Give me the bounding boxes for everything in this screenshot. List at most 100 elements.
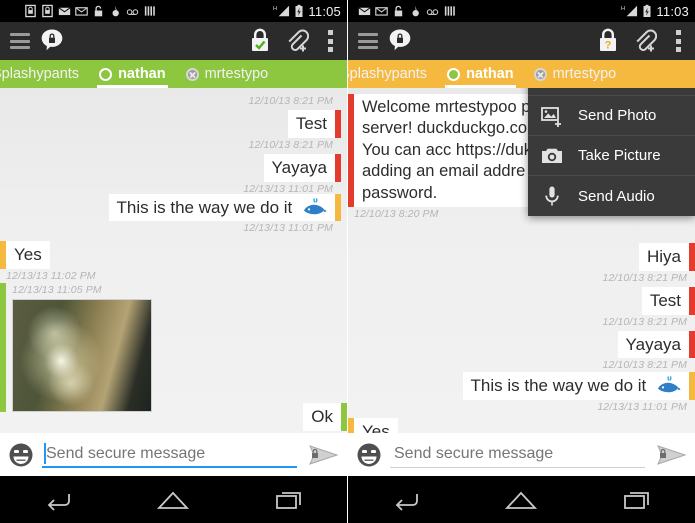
christmas-tree-photo[interactable] [12,299,152,412]
message-bubble: Yayaya [263,153,335,182]
dual-screenshot-comparison: H 11:05 Splashypants nathan mrtestypo 12… [0,0,695,523]
encryption-edge-indicator [335,193,341,222]
paperclip-add-icon[interactable] [283,27,309,55]
app-bar: ? [348,22,695,60]
tab-nathan[interactable]: nathan [89,60,176,88]
message-timestamp: 12/10/13 8:21 PM [602,315,687,328]
battery-charging-icon [295,4,303,17]
app-bar [0,22,347,60]
message-row: Yayaya 12/13/13 11:01 PM [0,153,347,198]
tab-splashypants[interactable]: Splashypants [0,60,89,88]
recents-icon[interactable] [616,485,658,515]
menu-item-send-file[interactable]: Send File [528,88,695,96]
presence-offline-icon [185,67,199,81]
back-icon[interactable] [385,485,427,515]
overflow-menu-icon[interactable] [675,30,681,52]
message-bubble: Ok [303,403,341,431]
message-row: 12/13/13 11:05 PM [0,283,347,412]
message-list[interactable]: Welcome mrtestypoo public Jabber server!… [348,88,695,433]
encryption-edge-indicator [689,372,695,401]
image-add-icon [541,106,561,127]
message-input-wrapper[interactable] [42,440,297,470]
tab-splashypants[interactable]: Splashypants [348,60,437,88]
tab-mrtestypo[interactable]: mrtestypo [524,60,627,88]
tab-label: mrtestypo [204,65,269,82]
status-bar-clock: 11:05 [308,3,341,19]
send-secure-icon[interactable] [653,440,687,470]
menu-item-take-picture[interactable]: Take Picture [528,136,695,176]
chat-lock-logo-icon [389,29,411,51]
svg-text:?: ? [605,40,612,52]
attachment-dropdown-menu[interactable]: Send File Send Photo [528,88,695,216]
message-timestamp: 12/13/13 11:01 PM [597,401,687,414]
whale-emoji [304,197,327,214]
encryption-edge-indicator [689,286,695,315]
gmail-envelope-icon [75,7,88,16]
message-list[interactable]: 12/10/13 8:21 PM Test 12/10/13 8:21 PM Y… [0,88,347,433]
conversation-tabs: Splashypants nathan mrtestypo [0,60,347,88]
presence-online-icon [447,67,461,81]
gmail-envelope-icon [375,7,388,16]
bars-icon [444,6,455,16]
menu-item-send-photo[interactable]: Send Photo [528,96,695,136]
message-timestamp: 12/10/13 8:21 PM [602,271,687,284]
recents-icon[interactable] [268,485,310,515]
lock-verified-icon[interactable] [247,27,273,55]
message-row: Yayaya 12/10/13 8:21 PM [348,330,695,375]
message-row: Test 12/10/13 8:21 PM [0,110,347,154]
emoji-icon[interactable] [8,442,34,468]
encryption-edge-indicator [335,153,341,182]
android-nav-bar [0,476,347,523]
lock-unverified-icon[interactable]: ? [595,27,621,55]
unlocked-padlock-icon [94,5,103,17]
battery-charging-icon [643,4,651,17]
message-text: This is the way we do it [116,197,293,217]
message-row: This is the way we do it 12/13/13 11:01 … [348,372,695,416]
menu-item-label: Send Photo [578,107,657,124]
message-bubble: Yes [354,418,398,433]
overflow-menu-icon[interactable] [327,30,333,52]
emoji-icon[interactable] [356,442,382,468]
svg-text:H: H [273,6,277,12]
encryption-edge-indicator [689,330,695,359]
message-bubble: This is the way we do it [462,372,689,401]
message-bubble: Hiya [638,243,689,271]
message-row: Yes 12/13/13 11:02 PM [0,241,347,285]
message-timestamp: 12/13/13 11:01 PM [243,222,333,235]
status-bar-clock: 11:03 [656,3,689,19]
status-bar-notification-icons [358,4,456,18]
search-input[interactable] [42,444,297,465]
back-icon[interactable] [37,485,79,515]
message-row: Yes 12/13/13 11:02 PM [348,418,695,433]
whale-emoji [658,376,681,393]
menu-item-label: Send Audio [578,187,655,205]
message-timestamp: 12/10/13 8:21 PM [248,95,333,107]
input-underline [42,465,297,468]
menu-item-send-audio[interactable]: Send Audio [528,176,695,216]
message-row: Hiya 12/10/13 8:21 PM [348,243,695,287]
encryption-edge-indicator [689,243,695,271]
tab-nathan[interactable]: nathan [437,60,524,88]
send-secure-icon[interactable] [305,440,339,470]
message-bubble: Yes [6,241,50,269]
message-row: This is the way we do it 12/13/13 11:01 … [0,193,347,238]
hamburger-icon[interactable] [10,33,30,49]
message-input-wrapper[interactable] [390,440,645,470]
droplet-icon [112,5,119,17]
message-timestamp: 12/10/13 8:20 PM [354,208,439,221]
phone-screen-right: H 11:03 ? Splashypants nathan mrtestypo … [347,0,695,523]
paperclip-add-icon[interactable] [631,27,657,55]
message-composer [0,433,347,476]
message-text: This is the way we do it [470,376,647,396]
home-icon[interactable] [152,485,194,515]
android-nav-bar [348,476,695,523]
message-row: Ok [303,403,347,431]
locked-doc-icon [42,4,53,18]
hamburger-icon[interactable] [358,33,378,49]
home-icon[interactable] [500,485,542,515]
tab-mrtestypo[interactable]: mrtestypo [176,60,279,88]
input-underline [390,466,645,468]
message-row: 12/10/13 8:21 PM [0,94,347,110]
locked-doc-icon [25,4,36,18]
search-input[interactable] [390,444,645,465]
